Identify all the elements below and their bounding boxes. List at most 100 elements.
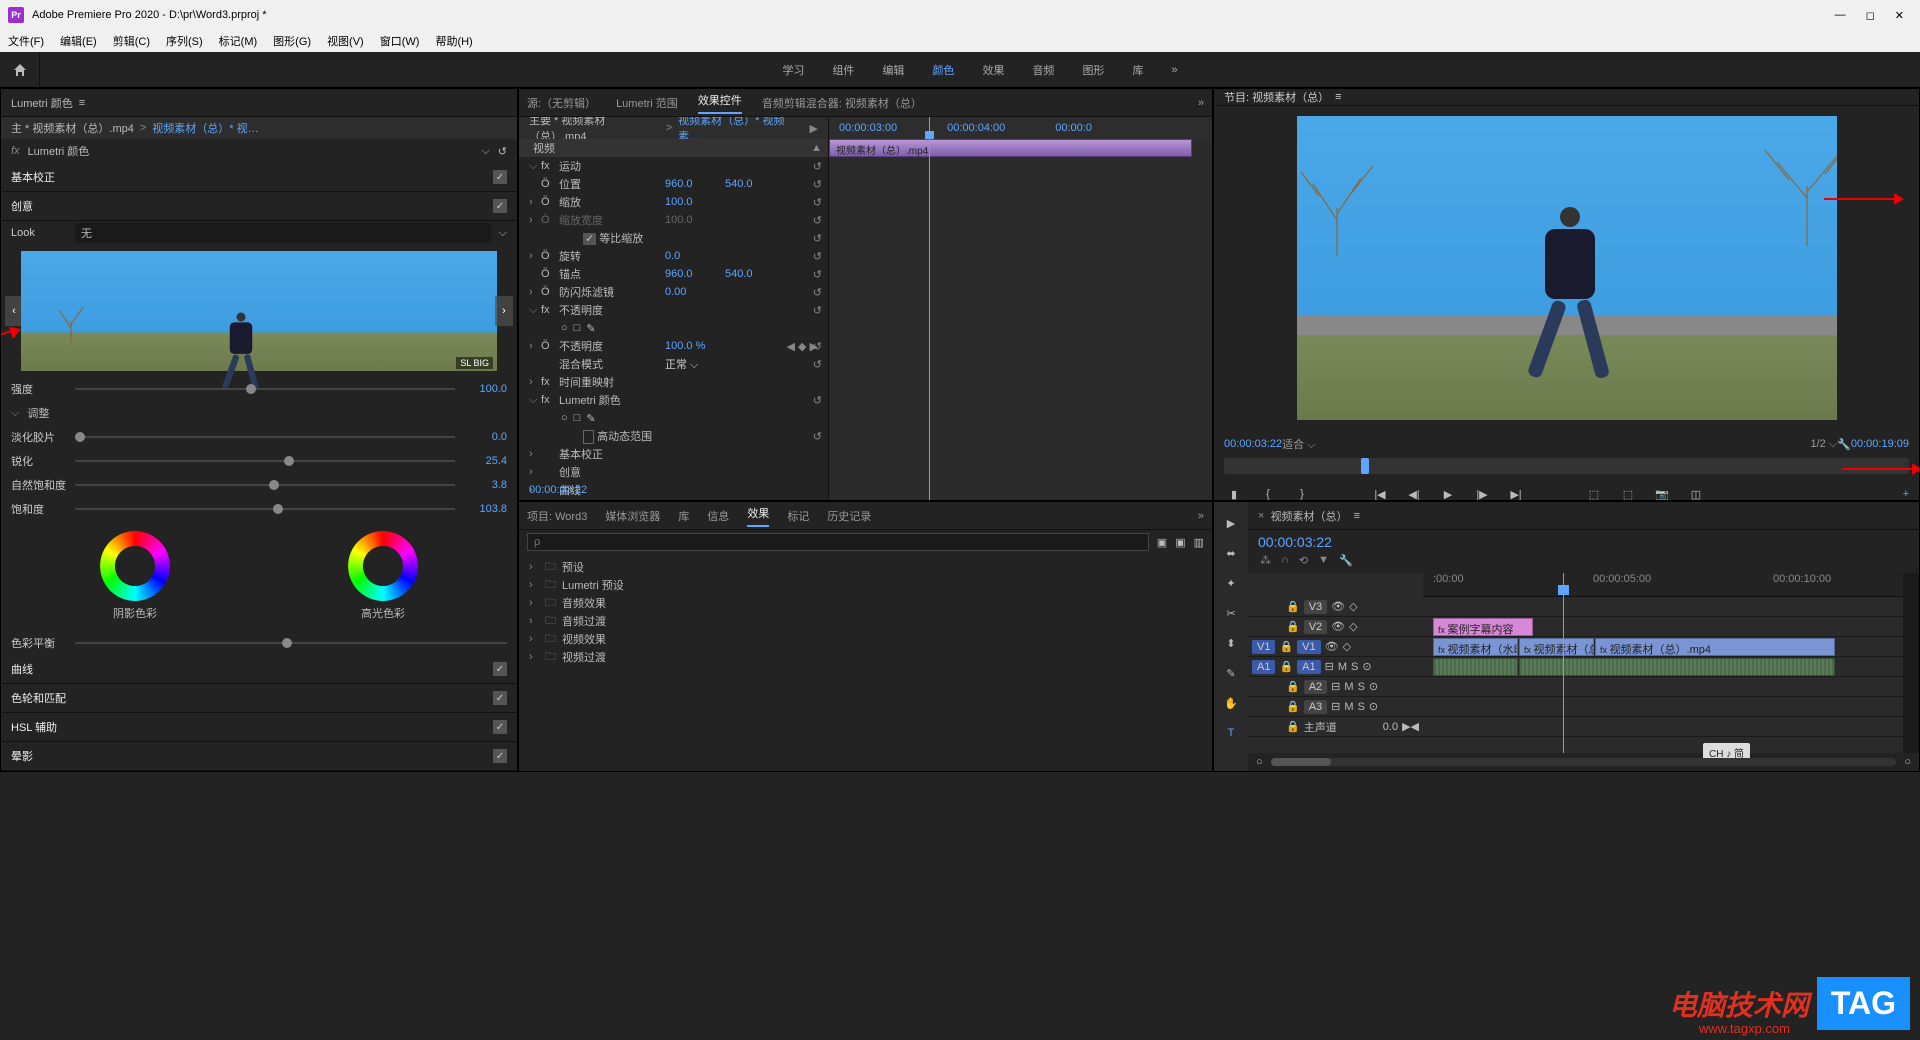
play-button[interactable]: ▶ [1438,484,1458,501]
lum-hsl[interactable]: HSL 辅助 [11,719,57,735]
reset-icon[interactable]: ↺ [813,160,822,173]
sharpen-slider[interactable] [75,460,455,462]
snap-icon[interactable]: ⁂ [1260,554,1271,567]
ws-graphics[interactable]: 图形 [1082,62,1104,78]
ec-playhead[interactable] [929,117,930,500]
step-fwd-button[interactable]: |▶ [1472,484,1492,501]
mark-out-button[interactable]: } [1292,484,1312,501]
mark-in-button[interactable]: { [1258,484,1278,501]
wrench-icon[interactable]: 🔧 [1837,438,1851,451]
ripple-tool[interactable]: ✦ [1220,572,1242,594]
go-out-button[interactable]: ▶| [1506,484,1526,501]
button-editor-icon[interactable]: + [1903,488,1909,500]
rect-mask-icon[interactable]: □ [574,412,581,425]
close-button[interactable]: ✕ [1895,9,1904,22]
effects-search-input[interactable] [527,533,1149,551]
vibrance-value[interactable]: 3.8 [463,479,507,491]
menu-help[interactable]: 帮助(H) [435,33,472,49]
vibrance-slider[interactable] [75,484,455,486]
saturation-value[interactable]: 103.8 [463,503,507,515]
go-in-button[interactable]: |◀ [1370,484,1390,501]
folder-presets[interactable]: ›🗀预设 [519,558,1212,576]
wrench-icon[interactable]: 🔧 [1339,554,1353,567]
folder-video-transitions[interactable]: ›🗀视频过渡 [519,648,1212,666]
track-master-header[interactable]: 🔒主声道0.0▶◀ [1248,717,1423,737]
timeline-playhead[interactable] [1563,573,1564,753]
zoom-out-icon[interactable]: ○ [1256,756,1263,768]
reset-icon[interactable]: ↺ [813,250,822,263]
ellipse-mask-icon[interactable]: ○ [561,412,568,425]
adjust-label[interactable]: 调整 [27,405,49,421]
program-video[interactable] [1297,116,1837,420]
sharpen-value[interactable]: 25.4 [463,455,507,467]
reset-icon[interactable]: ↺ [813,178,822,191]
timeline-scrollbar-v[interactable] [1903,573,1919,753]
lum-creative[interactable]: 创意 [11,198,33,214]
intensity-value[interactable]: 100.0 [463,383,507,395]
ec-lumetri[interactable]: Lumetri 颜色 [555,392,665,408]
lum-basic[interactable]: 基本校正 [11,169,55,185]
track-v2-header[interactable]: 🔒V2👁◇ [1248,617,1423,637]
panel-overflow-icon[interactable]: » [1198,510,1204,522]
selection-tool[interactable]: ▶ [1220,512,1242,534]
fit-dropdown[interactable]: 适合 ⌵ [1282,436,1315,452]
menu-sequence[interactable]: 序列(S) [166,33,203,49]
basic-checkbox[interactable]: ✓ [493,170,507,184]
linked-icon[interactable]: ⟲ [1299,554,1308,567]
ec-motion[interactable]: 运动 [555,158,665,174]
timeline-ruler[interactable]: :00:00 00:00:05:00 00:00:10:00 [1423,573,1903,597]
lift-button[interactable]: ⬚ [1584,484,1604,501]
ws-learn[interactable]: 学习 [782,62,804,78]
reset-icon[interactable]: ↺ [813,340,822,353]
type-tool[interactable]: T [1220,722,1242,744]
pen-mask-icon[interactable]: ✎ [586,322,595,335]
program-tc-left[interactable]: 00:00:03:22 [1224,438,1282,450]
clip-video-main-a[interactable]: fx 视频素材（总 [1519,638,1594,656]
reset-icon[interactable]: ↺ [813,214,822,227]
tab-media-browser[interactable]: 媒体浏览器 [605,508,660,524]
menu-window[interactable]: 窗口(W) [380,33,420,49]
tint-balance-slider[interactable] [75,642,507,644]
export-frame-button[interactable]: 📷 [1652,484,1672,501]
ec-clip-bar[interactable]: 视频素材（总）.mp4 [829,139,1192,157]
vignette-checkbox[interactable]: ✓ [493,749,507,763]
hand-tool[interactable]: ✋ [1220,692,1242,714]
fx-badge-icon[interactable]: ▣ [1175,536,1185,549]
look-preview[interactable]: SL BIG [21,251,497,371]
menu-graphics[interactable]: 图形(G) [273,33,311,49]
clip-audio-1[interactable] [1433,658,1518,676]
reset-icon[interactable]: ↺ [813,358,822,371]
tab-project[interactable]: 项目: Word3 [527,508,587,524]
tab-lumetri-scopes[interactable]: Lumetri 范围 [616,95,678,111]
track-a1-header[interactable]: A1🔒A1⊟MS⊙ [1248,657,1423,677]
folder-lumetri-presets[interactable]: ›🗀Lumetri 预设 [519,576,1212,594]
lum-wheels[interactable]: 色轮和匹配 [11,690,66,706]
menu-view[interactable]: 视图(V) [327,33,364,49]
creative-checkbox[interactable]: ✓ [493,199,507,213]
ec-time[interactable]: 时间重映射 [555,374,665,390]
reset-icon[interactable]: ↺ [813,286,822,299]
ec-pos-y[interactable]: 540.0 [725,178,785,190]
ws-editing[interactable]: 编辑 [882,62,904,78]
reset-icon[interactable]: ↺ [813,394,822,407]
maximize-button[interactable]: ◻ [1866,9,1875,22]
extract-button[interactable]: ⬚ [1618,484,1638,501]
reset-icon[interactable]: ↺ [813,232,822,245]
pen-mask-icon[interactable]: ✎ [586,412,595,425]
saturation-slider[interactable] [75,508,455,510]
menu-markers[interactable]: 标记(M) [219,33,258,49]
uniform-checkbox[interactable]: ✓ [583,233,596,245]
timeline-zoom-slider[interactable] [1271,758,1897,766]
hsl-checkbox[interactable]: ✓ [493,720,507,734]
menu-file[interactable]: 文件(F) [8,33,44,49]
zoom-in-icon[interactable]: ○ [1904,756,1911,768]
razor-tool[interactable]: ✂ [1220,602,1242,624]
ws-overflow[interactable]: » [1171,64,1177,76]
ec-pos-x[interactable]: 960.0 [665,178,725,190]
shadow-tint-wheel[interactable] [100,531,170,601]
tab-audio-mixer[interactable]: 音频剪辑混合器: 视频素材（总） [762,95,922,111]
minimize-button[interactable]: — [1835,9,1846,22]
curves-checkbox[interactable]: ✓ [493,662,507,676]
faded-value[interactable]: 0.0 [463,431,507,443]
tab-effect-controls[interactable]: 效果控件 [698,92,742,114]
